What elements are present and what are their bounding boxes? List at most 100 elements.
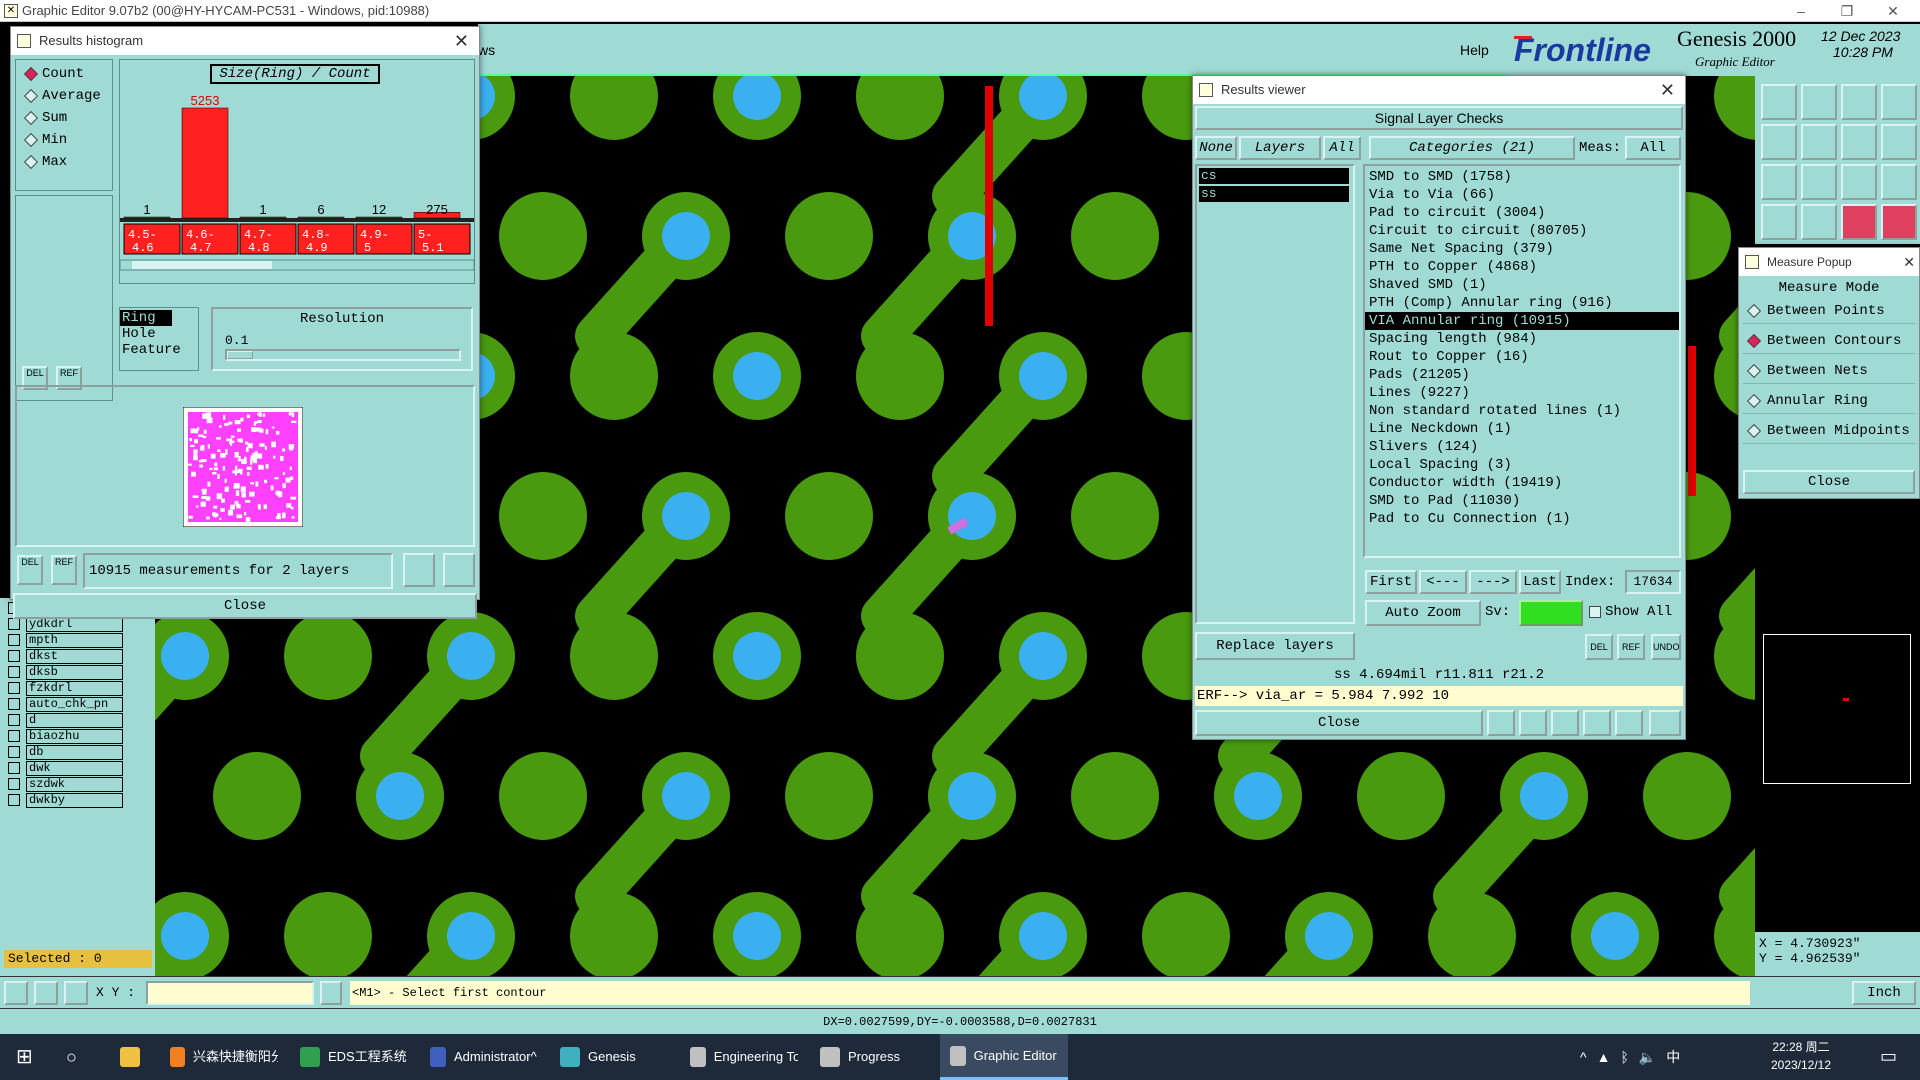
home-icon[interactable]	[1841, 84, 1877, 120]
histogram-mode-sum[interactable]: Sum	[23, 110, 67, 126]
cmd-icon-2[interactable]	[34, 981, 58, 1005]
fit-icon[interactable]	[1761, 164, 1797, 200]
results-viewer-close-button[interactable]: Close	[1195, 710, 1483, 736]
layer-row[interactable]: dksb	[8, 664, 123, 680]
start-button[interactable]: ⊞	[6, 1034, 43, 1080]
rv-layer-item[interactable]: ss	[1199, 186, 1349, 202]
chart-icon-1[interactable]	[403, 553, 435, 587]
close-icon[interactable]: ✕	[1660, 76, 1675, 104]
center-icon[interactable]	[1801, 164, 1837, 200]
scale-icon[interactable]	[1841, 164, 1877, 200]
layer-row[interactable]: dkst	[8, 648, 123, 664]
sv-color-dropdown[interactable]	[1519, 600, 1583, 626]
measure-close-button[interactable]: Close	[1743, 470, 1915, 494]
taskbar-app[interactable]: EDS工程系统	[290, 1034, 418, 1080]
type-option-feature[interactable]: Feature	[120, 342, 198, 358]
layer-checkbox[interactable]	[8, 794, 20, 806]
tool-icon-4[interactable]	[1881, 84, 1917, 120]
layer-row[interactable]: fzkdrl	[8, 680, 123, 696]
file-explorer-icon[interactable]	[110, 1034, 150, 1080]
category-item[interactable]: Pad to circuit (3004)	[1365, 204, 1679, 222]
first-button[interactable]: First	[1365, 570, 1417, 594]
tray-bluetooth-icon[interactable]: ᛒ	[1620, 1049, 1628, 1065]
histogram-close-button[interactable]: Close	[13, 593, 477, 619]
histogram-bar[interactable]	[181, 107, 229, 219]
layer-icon-red-2[interactable]	[1881, 204, 1917, 240]
tool-icon-8[interactable]	[1881, 124, 1917, 160]
rv-del-button[interactable]: DEL	[1585, 634, 1613, 660]
histogram-bar[interactable]	[355, 216, 403, 219]
tool-icon-7[interactable]	[1841, 124, 1877, 160]
measure-mode-option[interactable]: Between Nets	[1743, 358, 1915, 384]
type-option-hole[interactable]: Hole	[120, 326, 198, 342]
tray-ime[interactable]: 中	[1666, 1047, 1680, 1067]
tool-icon-1[interactable]	[1761, 84, 1797, 120]
category-item[interactable]: Pad to Cu Connection (1)	[1365, 510, 1679, 528]
category-item[interactable]: SMD to Pad (11030)	[1365, 492, 1679, 510]
none-button[interactable]: None	[1195, 136, 1237, 160]
layer-checkbox[interactable]	[8, 762, 20, 774]
category-item[interactable]: PTH to Copper (4868)	[1365, 258, 1679, 276]
layer-checkbox[interactable]	[8, 730, 20, 742]
category-item[interactable]: SMD to SMD (1758)	[1365, 168, 1679, 186]
taskbar-app[interactable]: Administrator^ - ...	[420, 1034, 548, 1080]
category-item[interactable]: Local Spacing (3)	[1365, 456, 1679, 474]
rv-undo-button[interactable]: UNDO	[1651, 634, 1681, 660]
prev-button[interactable]: <---	[1419, 570, 1467, 594]
category-item[interactable]: Rout to Copper (16)	[1365, 348, 1679, 366]
last-button[interactable]: Last	[1519, 570, 1561, 594]
histogram-bar[interactable]	[123, 216, 171, 219]
category-item[interactable]: Lines (9227)	[1365, 384, 1679, 402]
layer-checkbox[interactable]	[8, 634, 20, 646]
measure-mode-option[interactable]: Between Contours	[1743, 328, 1915, 354]
taskbar-app[interactable]: Progress	[810, 1034, 938, 1080]
layers-button[interactable]: Layers	[1239, 136, 1321, 160]
cmd-toggle[interactable]	[320, 981, 342, 1005]
tray-network-icon[interactable]: ▲	[1597, 1049, 1611, 1065]
notification-icon[interactable]: ▭	[1880, 1046, 1897, 1067]
categories-header[interactable]: Categories (21)	[1369, 136, 1575, 160]
auto-zoom-dropdown[interactable]: Auto Zoom	[1365, 600, 1481, 626]
cmd-icon-3[interactable]	[64, 981, 88, 1005]
measure-mode-option[interactable]: Between Points	[1743, 298, 1915, 324]
units-dropdown[interactable]: Inch	[1852, 981, 1916, 1005]
minimize-button[interactable]: –	[1778, 0, 1824, 22]
tool-icon-13[interactable]	[1761, 204, 1797, 240]
category-item[interactable]: Non standard rotated lines (1)	[1365, 402, 1679, 420]
close-icon[interactable]: ✕	[454, 27, 469, 55]
index-field[interactable]: 17634	[1625, 570, 1681, 594]
chart-icon-2[interactable]	[443, 553, 475, 587]
tool-icon-5[interactable]	[1761, 124, 1797, 160]
layer-checkbox[interactable]	[8, 698, 20, 710]
meas-dropdown[interactable]: All	[1625, 136, 1681, 160]
category-item[interactable]: Line Neckdown (1)	[1365, 420, 1679, 438]
layer-row[interactable]: db	[8, 744, 123, 760]
del-button[interactable]: DEL	[17, 555, 43, 585]
cmd-icon-1[interactable]	[4, 981, 28, 1005]
layer-row[interactable]: dwk	[8, 760, 123, 776]
histogram-mode-min[interactable]: Min	[23, 132, 67, 148]
tray-clock[interactable]: 22:28 周二 2023/12/12	[1756, 1038, 1846, 1074]
layer-checkbox[interactable]	[8, 682, 20, 694]
category-item[interactable]: Spacing length (984)	[1365, 330, 1679, 348]
layer-row[interactable]: biaozhu	[8, 728, 123, 744]
minimap[interactable]	[1755, 504, 1920, 932]
layer-row[interactable]: d	[8, 712, 123, 728]
search-icon[interactable]: ○	[56, 1034, 87, 1080]
layer-row[interactable]: szdwk	[8, 776, 123, 792]
ref-button[interactable]: REF	[51, 555, 77, 585]
category-item[interactable]: Conductor width (19419)	[1365, 474, 1679, 492]
histogram-scroll-thumb[interactable]	[132, 261, 272, 269]
histogram-mode-max[interactable]: Max	[23, 154, 67, 170]
type-list[interactable]: Ring Hole Feature	[119, 307, 199, 371]
taskbar-app[interactable]: Engineering Tool...	[680, 1034, 808, 1080]
help-menu[interactable]: Help	[1460, 42, 1489, 58]
help-icon[interactable]	[1881, 164, 1917, 200]
layer-row[interactable]: auto_chk_pn	[8, 696, 123, 712]
rv-layer-item[interactable]: cs	[1199, 168, 1349, 184]
histogram-mode-average[interactable]: Average	[23, 88, 101, 104]
tool-icon-e[interactable]	[1615, 710, 1643, 736]
category-item[interactable]: VIA Annular ring (10915)	[1365, 312, 1679, 330]
tray-chevron-icon[interactable]: ^	[1580, 1049, 1587, 1065]
next-button[interactable]: --->	[1469, 570, 1517, 594]
